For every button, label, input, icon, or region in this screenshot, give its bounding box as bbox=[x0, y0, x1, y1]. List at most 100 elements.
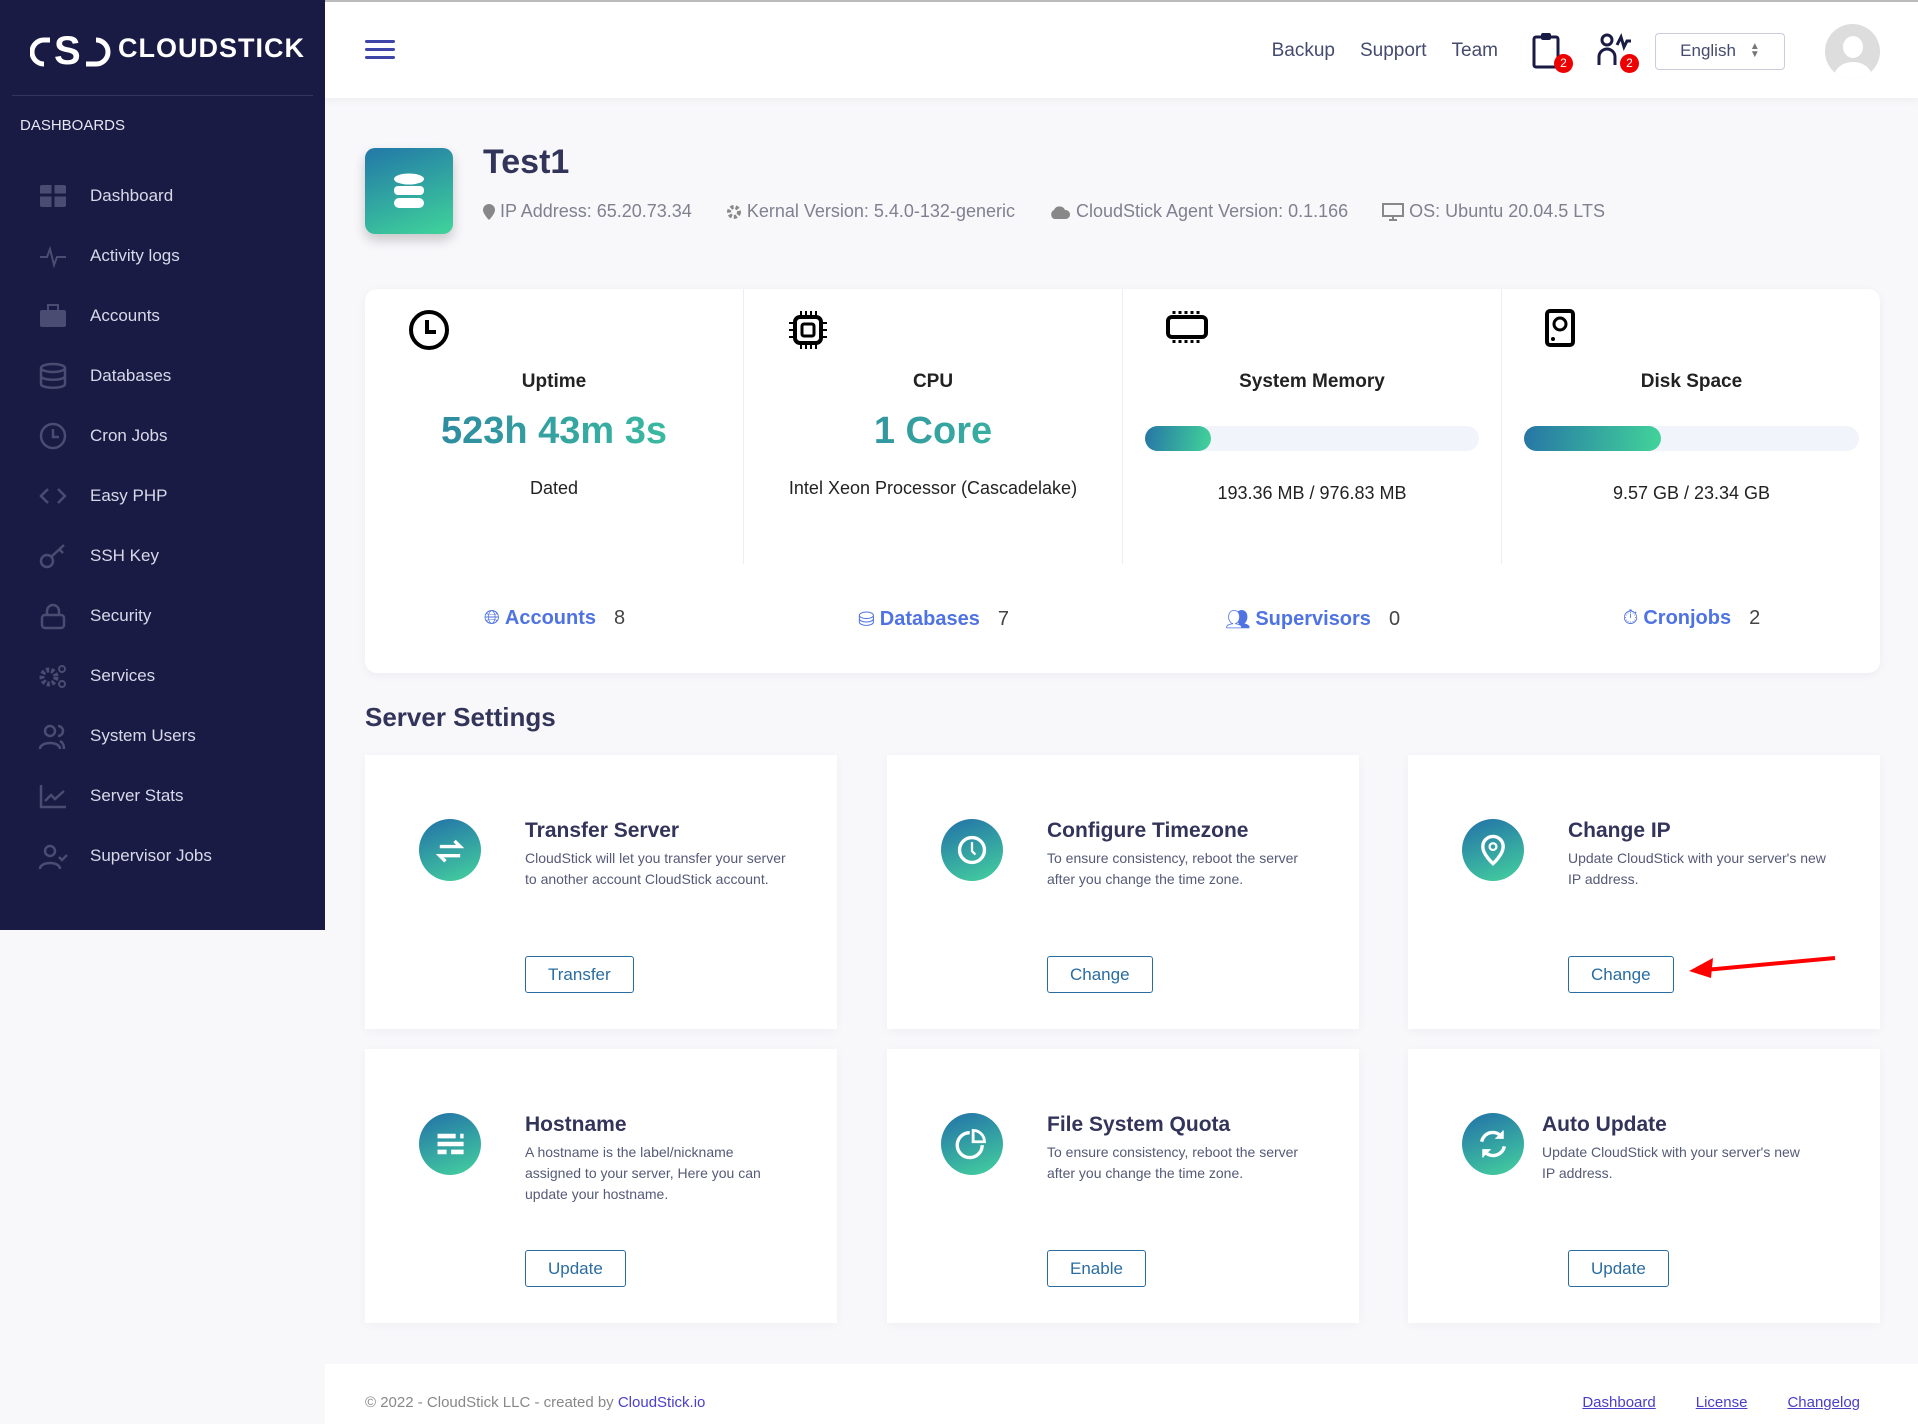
setting-title: Change IP bbox=[1568, 819, 1671, 842]
sidebar-item-activity-logs[interactable]: Activity logs bbox=[38, 226, 212, 286]
accounts-count[interactable]: 🌐︎ Accounts 8 bbox=[365, 607, 744, 630]
backup-link[interactable]: Backup bbox=[1272, 40, 1335, 62]
cpu-value: 1 Core bbox=[744, 410, 1122, 453]
database-upload-icon: ⛁ bbox=[858, 609, 875, 631]
cpu-chip-icon bbox=[789, 311, 827, 349]
configure-timezone-button[interactable]: Change bbox=[1047, 956, 1153, 993]
sidebar-item-ssh-key[interactable]: SSH Key bbox=[38, 526, 212, 586]
language-value: English bbox=[1680, 41, 1736, 60]
setting-description: A hostname is the label/nickname assigne… bbox=[525, 1144, 761, 1202]
activity-badge: 2 bbox=[1620, 54, 1639, 73]
cronjobs-link[interactable]: Cronjobs bbox=[1643, 607, 1731, 630]
sidebar-item-dashboard[interactable]: Dashboard bbox=[38, 166, 212, 226]
setting-card-configure-timezone: Configure Timezone To ensure consistency… bbox=[887, 755, 1359, 1029]
top-header: Backup Support Team 2 2 English ▲ ▼ bbox=[325, 0, 1918, 98]
sidebar-item-label: Services bbox=[90, 666, 156, 685]
pie-chart-icon bbox=[941, 1113, 1003, 1175]
databases-link[interactable]: Databases bbox=[880, 608, 980, 631]
setting-card-file-system-quota: File System Quota To ensure consistency,… bbox=[887, 1049, 1359, 1323]
map-pin-icon bbox=[483, 203, 495, 220]
tasks-badge: 2 bbox=[1554, 54, 1573, 73]
database-icon bbox=[39, 362, 67, 389]
uptime-label: Uptime bbox=[521, 371, 587, 392]
change-ip-button[interactable]: Change bbox=[1568, 956, 1674, 993]
auto-update-button[interactable]: Update bbox=[1568, 1250, 1669, 1287]
sidebar-item-system-users[interactable]: System Users bbox=[38, 706, 212, 766]
copyright: © 2022 - CloudStick LLC - created by Clo… bbox=[365, 1394, 705, 1411]
sidebar-item-server-stats[interactable]: Server Stats bbox=[38, 766, 212, 826]
briefcase-icon bbox=[40, 304, 66, 327]
user-activity-icon[interactable]: 2 bbox=[1597, 31, 1639, 73]
setting-card-auto-update: Auto Update Update CloudStick with your … bbox=[1408, 1049, 1880, 1323]
transfer-server-button[interactable]: Transfer bbox=[525, 956, 634, 993]
supervisors-value: 0 bbox=[1388, 608, 1401, 630]
hostname-button[interactable]: Update bbox=[525, 1250, 626, 1287]
setting-description: To ensure consistency, reboot the server… bbox=[1047, 850, 1299, 887]
clock-icon bbox=[39, 422, 67, 450]
refresh-icon bbox=[1462, 1113, 1524, 1175]
sidebar-item-cron-jobs[interactable]: Cron Jobs bbox=[38, 406, 212, 466]
transfer-arrows-icon bbox=[419, 819, 481, 881]
sidebar-item-services[interactable]: Services bbox=[38, 646, 212, 706]
cpu-label: CPU bbox=[912, 371, 954, 392]
key-icon bbox=[39, 544, 65, 569]
databases-count[interactable]: ⛁ Databases 7 bbox=[744, 607, 1123, 632]
monitor-icon bbox=[1382, 202, 1405, 221]
accounts-link[interactable]: Accounts bbox=[505, 607, 596, 630]
chart-icon bbox=[39, 785, 66, 809]
sidebar-item-security[interactable]: Security bbox=[38, 586, 212, 646]
sidebar-item-label: Server Stats bbox=[90, 786, 184, 805]
language-select[interactable]: English ▲ ▼ bbox=[1655, 32, 1785, 70]
pulse-icon bbox=[40, 245, 66, 269]
support-link[interactable]: Support bbox=[1360, 40, 1427, 62]
uptime-stat: Uptime 523h 43m 3s Dated bbox=[365, 289, 744, 564]
logo[interactable]: S CLOUDSTICK bbox=[30, 26, 305, 70]
gears-icon bbox=[39, 665, 66, 688]
disk-value: 9.57 GB / 23.34 GB bbox=[1612, 483, 1771, 503]
sidebar-item-label: Databases bbox=[90, 366, 172, 385]
kernel-version: Kernal Version: 5.4.0-132-generic bbox=[746, 201, 1015, 221]
sidebar-item-label: Supervisor Jobs bbox=[90, 846, 212, 865]
menu-toggle-icon[interactable] bbox=[365, 40, 395, 60]
team-link[interactable]: Team bbox=[1452, 40, 1498, 62]
sidebar: S CLOUDSTICK DASHBOARDS Dashboard Activit… bbox=[0, 0, 325, 930]
sidebar-item-label: Easy PHP bbox=[90, 486, 168, 505]
uptime-sub: Dated bbox=[529, 478, 579, 498]
setting-title: Transfer Server bbox=[525, 819, 680, 842]
memory-ram-icon bbox=[1166, 311, 1208, 343]
cloudstick-link[interactable]: CloudStick.io bbox=[618, 1394, 706, 1411]
setting-card-transfer-server: Transfer Server CloudStick will let you … bbox=[365, 755, 837, 1029]
svg-text:S: S bbox=[54, 29, 81, 70]
red-annotation-arrow bbox=[1689, 956, 1836, 978]
cronjobs-count[interactable]: ⏱︎ Cronjobs 2 bbox=[1502, 607, 1881, 630]
divider bbox=[12, 95, 313, 96]
hard-disk-icon bbox=[1545, 309, 1575, 347]
sidebar-item-supervisor-jobs[interactable]: Supervisor Jobs bbox=[38, 826, 212, 886]
tasks-clipboard-icon[interactable]: 2 bbox=[1531, 31, 1573, 73]
footer-license-link[interactable]: License bbox=[1696, 1394, 1748, 1411]
sidebar-item-label: Cron Jobs bbox=[90, 426, 168, 445]
setting-description: Update CloudStick with your server's new… bbox=[1568, 850, 1826, 887]
globe-icon: 🌐︎ bbox=[483, 607, 500, 629]
sidebar-item-label: Security bbox=[90, 606, 152, 625]
users-icon bbox=[38, 724, 66, 750]
sidebar-item-easy-php[interactable]: Easy PHP bbox=[38, 466, 212, 526]
sidebar-item-accounts[interactable]: Accounts bbox=[38, 286, 212, 346]
disk-stat: Disk Space 9.57 GB / 23.34 GB bbox=[1502, 289, 1881, 564]
sidebar-item-databases[interactable]: Databases bbox=[38, 346, 212, 406]
footer-dashboard-link[interactable]: Dashboard bbox=[1582, 1394, 1655, 1411]
setting-card-hostname: Hostname A hostname is the label/nicknam… bbox=[365, 1049, 837, 1323]
user-avatar[interactable] bbox=[1825, 23, 1880, 79]
memory-progress-bar bbox=[1145, 426, 1479, 451]
footer-changelog-link[interactable]: Changelog bbox=[1787, 1394, 1860, 1411]
setting-description: Update CloudStick with your server's new… bbox=[1542, 1144, 1800, 1181]
cpu-model: Intel Xeon Processor (Cascadelake) bbox=[788, 478, 1078, 498]
supervisors-count[interactable]: 👥︎ Supervisors 0 bbox=[1123, 607, 1502, 632]
supervisors-link[interactable]: Supervisors bbox=[1255, 608, 1371, 631]
file-system-quota-button[interactable]: Enable bbox=[1047, 1250, 1146, 1287]
uptime-value: 523h 43m 3s bbox=[365, 410, 743, 453]
map-pin-icon bbox=[1462, 819, 1524, 881]
users-group-icon: 👥︎ bbox=[1224, 609, 1251, 631]
hostname-list-icon bbox=[419, 1113, 481, 1175]
memory-stat: System Memory 193.36 MB / 976.83 MB bbox=[1123, 289, 1502, 564]
